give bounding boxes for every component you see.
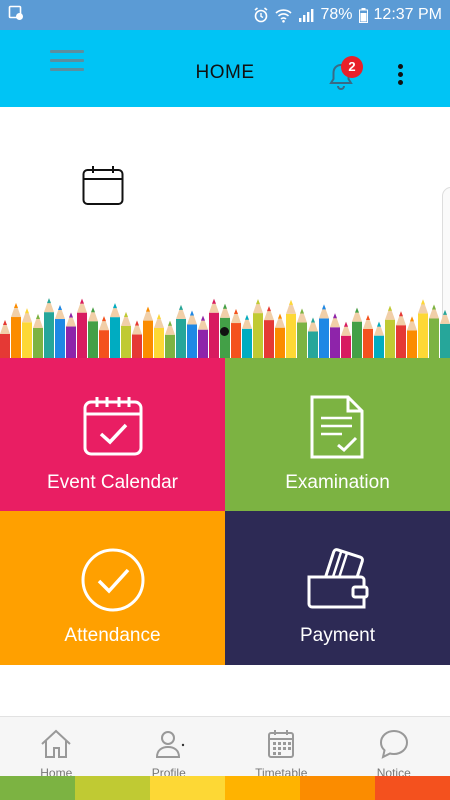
examination-tile[interactable]: Examination [225, 358, 450, 511]
nav-item-timetable[interactable]: Timetable [225, 717, 338, 780]
color-strip-segment [0, 776, 75, 800]
wallet-icon [225, 547, 450, 613]
screenshot-icon [8, 5, 24, 26]
color-strip [0, 776, 450, 800]
menu-tiles: Event Calendar Examination Attendance Pa… [0, 358, 450, 665]
page-title: HOME [195, 62, 255, 83]
nav-item-notice[interactable]: Notice [338, 717, 450, 780]
more-vert-icon[interactable] [392, 64, 408, 90]
nav-item-profile[interactable]: Profile [113, 717, 226, 780]
profile-icon [113, 729, 226, 759]
carousel-dot-1[interactable] [220, 327, 229, 336]
alarm-icon [253, 7, 269, 23]
tile-label: Examination [285, 472, 390, 493]
color-strip-segment [375, 776, 450, 800]
home-icon [0, 729, 113, 759]
tile-label: Payment [300, 625, 375, 646]
tile-label: Event Calendar [47, 472, 178, 493]
wifi-icon [275, 8, 293, 23]
status-bar: 78% 12:37 PM [0, 0, 450, 30]
banner-carousel[interactable] [0, 107, 450, 358]
signal-icon [298, 8, 314, 23]
battery-percent: 78% [320, 6, 353, 23]
bottom-navigation: Home Profile Timetable Notice [0, 716, 450, 780]
timetable-icon [225, 729, 338, 759]
battery-icon [358, 7, 368, 23]
tile-label: Attendance [64, 625, 161, 646]
event-calendar-tile[interactable]: Event Calendar [0, 358, 225, 511]
check-circle-icon [0, 547, 225, 613]
notification-badge: 2 [341, 56, 363, 78]
attendance-tile[interactable]: Attendance [0, 511, 225, 665]
color-strip-segment [75, 776, 150, 800]
color-strip-segment [150, 776, 225, 800]
color-strip-segment [225, 776, 300, 800]
colored-pencils-image [0, 298, 450, 358]
chat-bubble-icon [338, 729, 450, 759]
app-bar: HOME 2 [0, 30, 450, 107]
document-check-icon [225, 394, 450, 460]
nav-item-home[interactable]: Home [0, 717, 113, 780]
calendar-icon [82, 165, 124, 212]
color-strip-segment [300, 776, 375, 800]
payment-tile[interactable]: Payment [225, 511, 450, 665]
carousel-indicator [220, 327, 229, 336]
calendar-check-icon [0, 394, 225, 458]
status-time: 12:37 PM [373, 6, 442, 23]
